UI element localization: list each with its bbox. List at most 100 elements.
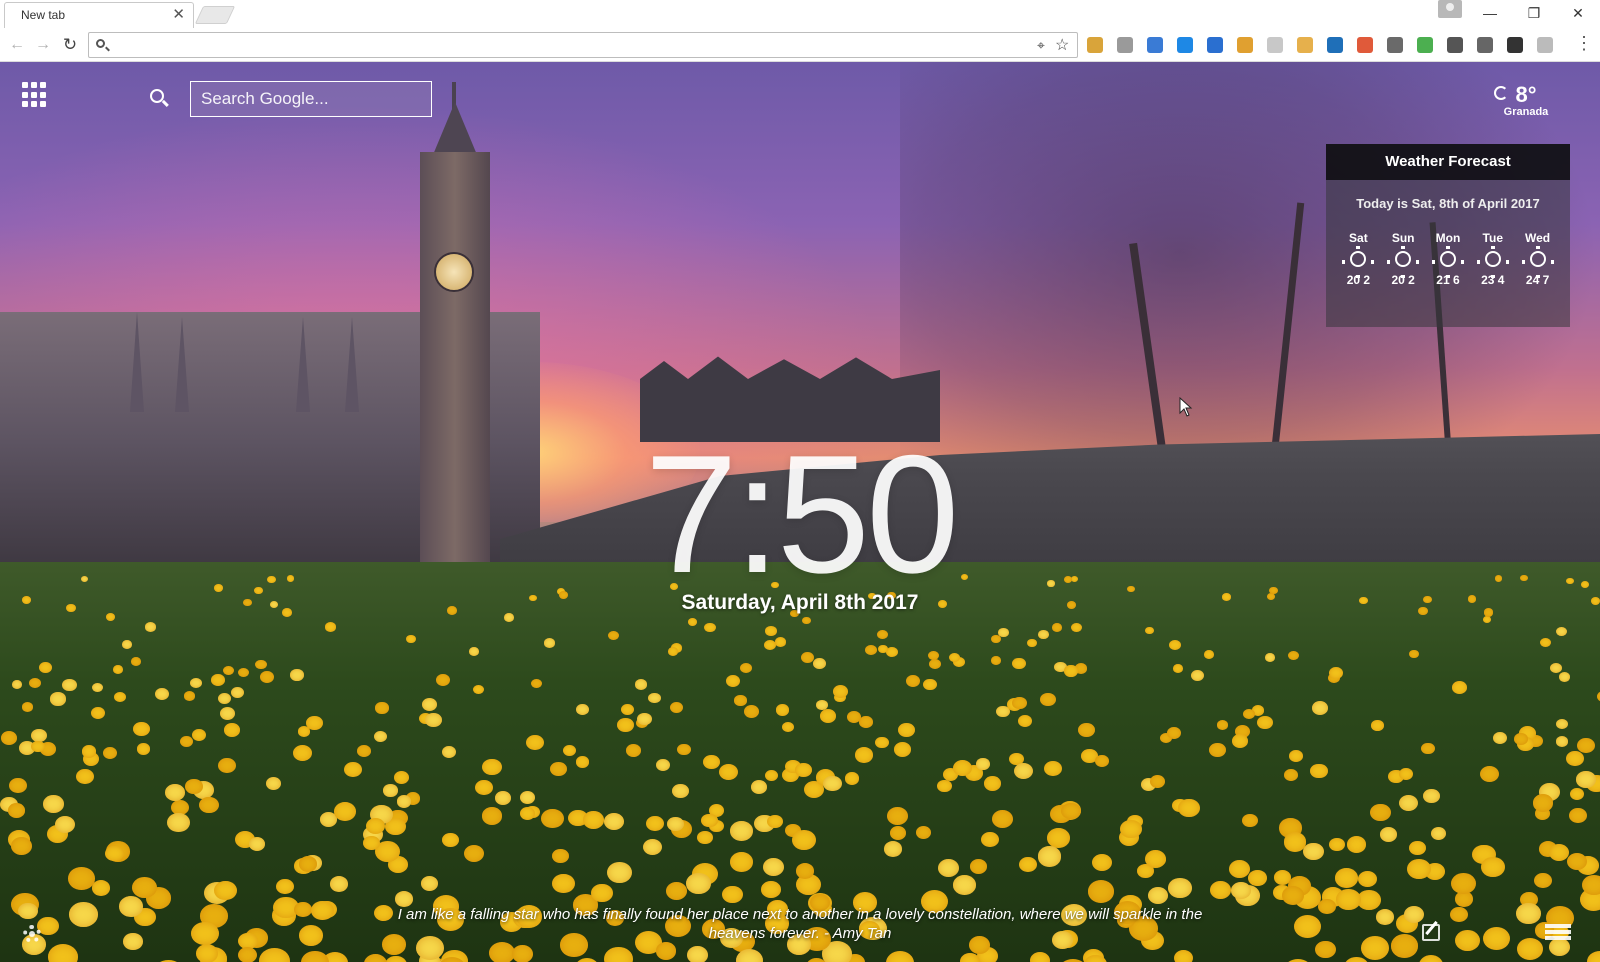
search-icon[interactable] (150, 89, 164, 103)
daffodil (1533, 872, 1553, 889)
daffodil (686, 872, 711, 894)
daffodil (21, 701, 34, 713)
address-input[interactable] (113, 36, 993, 54)
settings-gear-icon[interactable] (23, 925, 41, 943)
daffodil (922, 678, 937, 691)
restore-button[interactable]: ❐ (1516, 2, 1552, 24)
extension-icon[interactable] (1267, 37, 1283, 53)
daffodil (1018, 714, 1033, 727)
extension-icon[interactable] (1147, 37, 1163, 53)
daffodil (583, 811, 604, 829)
daffodil (1409, 649, 1420, 659)
bookmark-star-icon[interactable]: ☆ (1055, 35, 1069, 55)
daffodil (258, 947, 290, 962)
daffodil (102, 746, 117, 759)
daffodil (28, 677, 42, 689)
daffodil (647, 692, 661, 704)
daffodil (0, 730, 18, 745)
forecast-days: Sat 20 2 Sun 20 2 Mon 21 6 Tue 23 4 Wed … (1326, 231, 1570, 287)
back-button[interactable]: ← (6, 35, 28, 55)
daffodil (1549, 662, 1563, 674)
minimize-button[interactable]: — (1472, 2, 1508, 24)
forecast-day-name: Mon (1435, 231, 1461, 245)
daffodil (217, 757, 237, 774)
daffodil (1209, 742, 1226, 757)
address-bar[interactable]: ⌖ ☆ (88, 32, 1078, 58)
daffodil (105, 845, 124, 862)
daffodil (1303, 842, 1324, 861)
daffodil (1078, 722, 1095, 738)
daffodil (1317, 899, 1336, 915)
extension-icon[interactable] (1507, 37, 1523, 53)
daffodil (237, 946, 258, 962)
weather-summary[interactable]: 8° Granada (1494, 84, 1556, 128)
daffodil (375, 702, 389, 714)
daffodil (1203, 649, 1215, 659)
extension-icon[interactable] (1207, 37, 1223, 53)
daffodil (441, 745, 457, 759)
google-search-input[interactable] (190, 81, 432, 117)
daffodil (406, 634, 416, 643)
daffodil (719, 763, 739, 780)
daily-quote: I am like a falling star who has finally… (397, 906, 1203, 942)
apps-grid-icon[interactable] (22, 82, 48, 108)
reload-button[interactable]: ↻ (59, 35, 81, 55)
daffodil (1346, 836, 1367, 854)
extension-icon[interactable] (1087, 37, 1103, 53)
daffodil (543, 637, 556, 648)
daffodil (854, 747, 873, 763)
daffodil (1360, 936, 1390, 961)
sun-icon (1395, 246, 1412, 278)
daffodil (511, 944, 533, 962)
extension-icon[interactable] (1357, 37, 1373, 53)
daffodil (1315, 940, 1336, 958)
daffodil (298, 925, 323, 946)
daffodil (62, 679, 77, 692)
forward-button[interactable]: → (32, 35, 54, 55)
menu-icon[interactable]: ⋮ (1575, 33, 1593, 54)
daffodil (1037, 846, 1062, 867)
daffodil (144, 622, 157, 632)
daffodil (1587, 951, 1600, 962)
daffodil (420, 876, 438, 892)
notes-edit-icon[interactable] (1422, 924, 1440, 941)
daffodil (591, 884, 613, 903)
daffodil (133, 722, 150, 737)
extension-icon[interactable] (1537, 37, 1553, 53)
daffodil (130, 656, 142, 666)
forecast-day-name: Tue (1482, 231, 1503, 245)
daffodil (604, 946, 633, 962)
extension-icon[interactable] (1237, 37, 1253, 53)
close-window-button[interactable]: ✕ (1560, 2, 1596, 24)
daffodil (1061, 802, 1081, 820)
daffodil (604, 812, 624, 830)
extension-icon[interactable] (1447, 37, 1463, 53)
forecast-day: Tue 23 4 (1473, 231, 1513, 287)
daffodil (112, 665, 124, 674)
daffodil (1166, 727, 1181, 740)
daffodil (703, 755, 720, 770)
extension-icon[interactable] (1177, 37, 1193, 53)
extension-icon[interactable] (1417, 37, 1433, 53)
daffodil (722, 885, 743, 904)
daffodil (39, 661, 52, 673)
location-icon[interactable]: ⌖ (1037, 37, 1045, 54)
close-tab-icon[interactable]: ✕ (172, 6, 185, 24)
daffodil (424, 712, 442, 728)
daffodil (1071, 622, 1082, 633)
daffodil (463, 844, 485, 863)
extension-icon[interactable] (1117, 37, 1133, 53)
extension-icon[interactable] (1297, 37, 1313, 53)
profile-icon[interactable] (1438, 0, 1462, 18)
daffodil (656, 759, 671, 772)
daffodil (1423, 788, 1441, 804)
tab-new-tab[interactable]: New tab ✕ (4, 2, 194, 28)
extension-icon[interactable] (1477, 37, 1493, 53)
todo-list-icon[interactable] (1545, 924, 1571, 944)
daffodil (248, 837, 265, 852)
extension-icon[interactable] (1327, 37, 1343, 53)
daffodil (1168, 639, 1181, 650)
daffodil (305, 715, 323, 731)
new-tab-button[interactable] (194, 6, 236, 24)
extension-icon[interactable] (1387, 37, 1403, 53)
